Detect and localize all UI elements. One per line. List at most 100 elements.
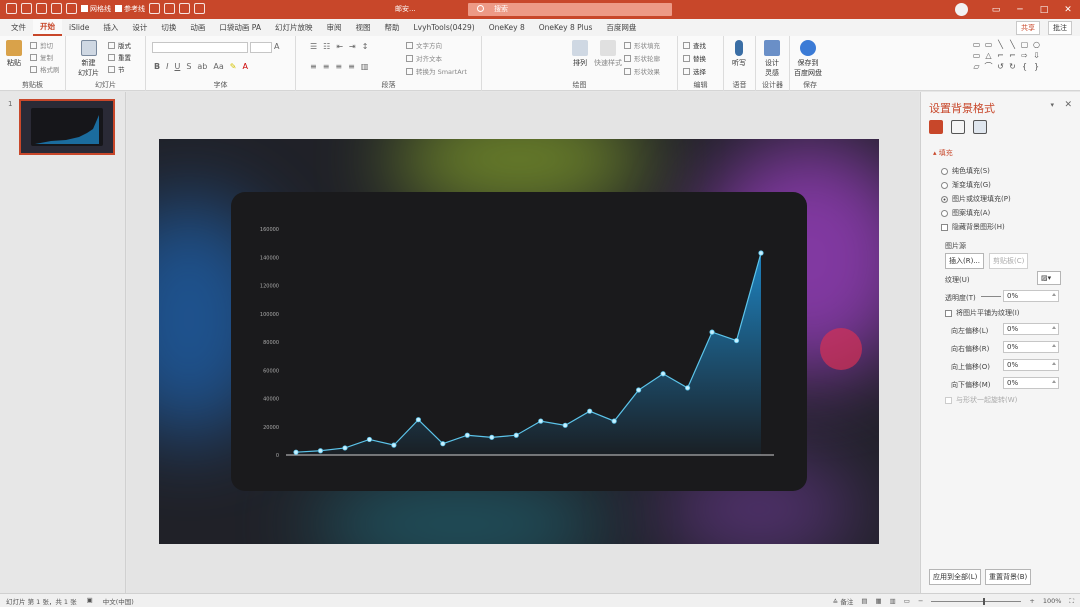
- case-icon[interactable]: Aa: [213, 62, 223, 71]
- close-icon[interactable]: ✕: [1064, 100, 1072, 110]
- arrange-button[interactable]: 排列: [572, 40, 588, 68]
- gradient-fill-option[interactable]: 渐变填充(G): [941, 180, 991, 190]
- fill-tab-icon[interactable]: [929, 120, 943, 134]
- tab-5[interactable]: 切换: [154, 19, 183, 36]
- find-button[interactable]: 查找: [683, 40, 706, 50]
- align-center-icon[interactable]: ≡: [323, 62, 330, 71]
- notes-button[interactable]: ≙ 备注: [833, 596, 854, 606]
- text-direction-button[interactable]: 文字方向: [406, 40, 442, 50]
- avatar[interactable]: [955, 3, 968, 16]
- guides-toggle[interactable]: 参考线: [115, 4, 145, 14]
- rotate-with-shape-checkbox[interactable]: 与形状一起旋转(W): [945, 395, 1017, 405]
- close-button[interactable]: ✕: [1056, 0, 1080, 19]
- zoom-in-button[interactable]: +: [1029, 597, 1034, 605]
- transparency-field[interactable]: 0%: [1003, 290, 1059, 302]
- tab-11[interactable]: 帮助: [377, 19, 406, 36]
- record-icon[interactable]: [179, 3, 190, 14]
- tab-9[interactable]: 审阅: [319, 19, 348, 36]
- dictate-button[interactable]: 听写: [732, 40, 746, 68]
- picture-fill-option[interactable]: 图片或纹理填充(P): [941, 194, 1011, 204]
- quick-styles-button[interactable]: 快速样式: [594, 40, 622, 68]
- replace-button[interactable]: 替换: [683, 53, 706, 63]
- ribbon-display-icon[interactable]: ▭: [984, 0, 1008, 19]
- tab-0[interactable]: 文件: [4, 19, 33, 36]
- apply-to-all-button[interactable]: 应用到全部(L): [929, 569, 982, 585]
- tab-2[interactable]: iSlide: [62, 19, 96, 36]
- offset-right-field[interactable]: 0%: [1003, 341, 1059, 353]
- shape-effects-button[interactable]: 形状效果: [624, 66, 660, 76]
- texture-picker[interactable]: ▨▾: [1037, 271, 1061, 285]
- indent-dec-icon[interactable]: ⇤: [336, 42, 343, 51]
- zoom-slider[interactable]: [931, 597, 1022, 605]
- tab-14[interactable]: OneKey 8 Plus: [532, 19, 600, 36]
- tab-15[interactable]: 百度网盘: [599, 19, 643, 36]
- reading-view-icon[interactable]: ▥: [890, 597, 896, 605]
- tab-7[interactable]: 口袋动画 PA: [212, 19, 268, 36]
- group-icon[interactable]: [164, 3, 175, 14]
- maximize-button[interactable]: □: [1032, 0, 1056, 19]
- shape-icon[interactable]: [66, 3, 77, 14]
- tab-1[interactable]: 开始: [33, 19, 62, 36]
- copy-button[interactable]: 复制: [30, 52, 53, 62]
- align-left-icon[interactable]: ≡: [310, 62, 317, 71]
- line-spacing-icon[interactable]: ↕: [362, 42, 369, 51]
- tile-texture-checkbox[interactable]: 将图片平铺为纹理(I): [945, 308, 1020, 318]
- shape-fill-button[interactable]: 形状填充: [624, 40, 660, 50]
- paste-button[interactable]: 粘贴: [6, 40, 22, 68]
- shapes-gallery[interactable]: ▭ ▭ ╲ ╲ ▢ ○ ▭ △ ⌐ ⌐ ⇨ ⇩ ▱ ⌒ ↺ ↻{}: [971, 40, 1043, 72]
- justify-icon[interactable]: ≡: [348, 62, 355, 71]
- numbering-icon[interactable]: ☷: [323, 42, 330, 51]
- font-name-field[interactable]: [152, 42, 248, 53]
- redo-icon[interactable]: [36, 3, 47, 14]
- strikethrough-button[interactable]: S: [186, 62, 191, 71]
- present-icon[interactable]: [194, 3, 205, 14]
- format-painter-icon[interactable]: [51, 3, 62, 14]
- highlight-icon[interactable]: ✎: [230, 62, 237, 71]
- share-button[interactable]: 共享: [1016, 21, 1040, 35]
- select-button[interactable]: 选择: [683, 66, 706, 76]
- slide[interactable]: 160000 140000 120000 100000 80000 60000 40000 2…: [159, 139, 879, 544]
- undo-icon[interactable]: [21, 3, 32, 14]
- minimize-button[interactable]: ─: [1008, 0, 1032, 19]
- normal-view-icon[interactable]: ▤: [861, 597, 867, 605]
- picture-tab-icon[interactable]: [973, 120, 987, 134]
- section-button[interactable]: 节: [108, 64, 125, 74]
- language-indicator[interactable]: 中文(中国): [103, 596, 134, 606]
- panel-options-icon[interactable]: ▾: [1050, 101, 1054, 109]
- font-grow-icon[interactable]: A: [274, 42, 279, 51]
- tab-12[interactable]: LvyhTools(0429): [406, 19, 481, 36]
- new-slide-button[interactable]: 新建 幻灯片: [78, 40, 99, 78]
- insert-picture-button[interactable]: 插入(R)...: [945, 253, 985, 269]
- tab-6[interactable]: 动画: [183, 19, 212, 36]
- columns-icon[interactable]: ▥: [361, 62, 369, 71]
- solid-fill-option[interactable]: 纯色填充(S): [941, 166, 990, 176]
- tab-8[interactable]: 幻灯片放映: [268, 19, 320, 36]
- reset-button[interactable]: 重置: [108, 52, 131, 62]
- effects-tab-icon[interactable]: [951, 120, 965, 134]
- fit-slide-icon[interactable]: ⛶: [1069, 597, 1074, 606]
- shape-outline-button[interactable]: 形状轮廓: [624, 53, 660, 63]
- design-ideas-button[interactable]: 设计 灵感: [764, 40, 780, 78]
- gridlines-toggle[interactable]: 网格线: [81, 4, 111, 14]
- chart-card[interactable]: 160000 140000 120000 100000 80000 60000 40000 2…: [231, 192, 807, 491]
- font-size-field[interactable]: [250, 42, 272, 53]
- offset-left-field[interactable]: 0%: [1003, 323, 1059, 335]
- zoom-level[interactable]: 100%: [1043, 597, 1062, 605]
- char-spacing-icon[interactable]: ab: [197, 62, 207, 71]
- bullets-icon[interactable]: ☰: [310, 42, 317, 51]
- slideshow-icon[interactable]: ▭: [904, 597, 910, 605]
- cut-button[interactable]: 剪切: [30, 40, 53, 50]
- tab-13[interactable]: OneKey 8: [482, 19, 532, 36]
- offset-bottom-field[interactable]: 0%: [1003, 377, 1059, 389]
- align-right-icon[interactable]: ≡: [335, 62, 342, 71]
- underline-button[interactable]: U: [174, 62, 180, 71]
- sorter-view-icon[interactable]: ▦: [875, 597, 881, 605]
- align-text-button[interactable]: 对齐文本: [406, 53, 442, 63]
- spellcheck-icon[interactable]: ▣: [87, 596, 93, 606]
- comment-button[interactable]: 批注: [1048, 21, 1072, 35]
- clipboard-picture-button[interactable]: 剪贴板(C): [989, 253, 1029, 269]
- search-input[interactable]: 搜索: [468, 3, 672, 16]
- layout-button[interactable]: 版式: [108, 40, 131, 50]
- italic-button[interactable]: I: [166, 62, 168, 71]
- reset-background-button[interactable]: 重置背景(B): [985, 569, 1032, 585]
